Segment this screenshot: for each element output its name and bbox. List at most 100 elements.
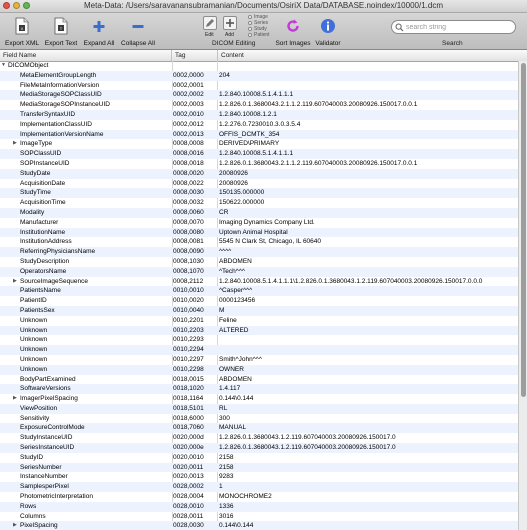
content-cell[interactable]: RL	[219, 404, 518, 414]
content-cell[interactable]: ^Tech^^^	[219, 267, 518, 277]
table-row[interactable]: ImplementationVersionName 0002,0013 OFFIS_…	[0, 129, 518, 140]
content-cell[interactable]: ^^^^	[219, 247, 518, 257]
content-cell[interactable]: 1336	[219, 502, 518, 512]
table-row[interactable]: Unknown 0010,2294	[0, 345, 518, 355]
content-cell[interactable]: ABDOMEN	[219, 257, 518, 267]
content-cell[interactable]: 150135.000000	[219, 188, 518, 198]
content-cell[interactable]: 0.144\0.144	[219, 394, 518, 404]
table-row[interactable]: TransferSyntaxUID 0002,0010 1.2.840.10008.…	[0, 109, 518, 120]
table-row[interactable]: SOPClassUID 0008,0016 1.2.840.10008.5.1.4.…	[0, 149, 518, 159]
content-cell[interactable]: CR	[219, 208, 518, 218]
table-row[interactable]: ReferringPhysiciansName 0008,0090 ^^^^	[0, 247, 518, 257]
table-row[interactable]: MediaStorageSOPClassUID 0002,0002 1.2.840.…	[0, 90, 518, 101]
content-cell[interactable]: 0000123456	[219, 296, 518, 306]
content-cell[interactable]: 0.144\0.144	[219, 521, 518, 530]
content-cell[interactable]: 2158	[219, 453, 518, 463]
minimize-window-button[interactable]	[13, 2, 20, 9]
content-cell[interactable]: 1.2.840.10008.5.1.4.1.1.1	[219, 149, 518, 159]
content-cell[interactable]: 1.2.840.10008.5.1.4.1.1.1	[219, 90, 518, 100]
table-row[interactable]: ▶ SourceImageSequence 0008,2112 1.2.840.100…	[0, 277, 518, 287]
edit-button[interactable]	[203, 16, 217, 30]
table-row[interactable]: SoftwareVersions 0018,1020 1.4.117	[0, 384, 518, 395]
table-row[interactable]: SOPInstanceUID 0008,0018 1.2.826.0.1.36800…	[0, 159, 518, 169]
table-row[interactable]: PhotometricInterpretation 0028,0004 MONOCH…	[0, 492, 518, 502]
table-row[interactable]: SeriesInstanceUID 0020,000e 1.2.826.0.1.36…	[0, 443, 518, 453]
table-row[interactable]: StudyDescription 0008,1030 ABDOMEN	[0, 257, 518, 267]
content-cell[interactable]: 150622.000000	[219, 198, 518, 208]
search-field[interactable]	[391, 20, 516, 34]
table-row[interactable]: Unknown 0010,2298 OWNER	[0, 364, 518, 375]
add-button[interactable]	[223, 16, 237, 30]
table-row[interactable]: ExposureControlMode 0018,7060 MANUAL	[0, 423, 518, 434]
content-cell[interactable]: MONOCHROME2	[219, 492, 518, 502]
content-cell[interactable]: ^Casper^^^	[219, 286, 518, 296]
column-header-tag[interactable]: Tag	[172, 50, 218, 61]
table-row[interactable]: FileMetaInformationVersion 0002,0001	[0, 81, 518, 91]
table-row[interactable]: InstitutionName 0008,0080 Uptown Animal Ho…	[0, 227, 518, 238]
table-row[interactable]: ViewPosition 0018,5101 RL	[0, 403, 518, 414]
table-row[interactable]: BodyPartExamined 0018,0015 ABDOMEN	[0, 375, 518, 385]
content-cell[interactable]: 1.2.840.10008.1.2.1	[219, 110, 518, 120]
content-cell[interactable]: DERIVED\PRIMARY	[219, 139, 518, 149]
content-cell[interactable]: Uptown Animal Hospital	[219, 228, 518, 238]
content-cell[interactable]: 1.2.826.0.1.3680043.2.1.1.2.119.60704000…	[219, 159, 518, 169]
table-row[interactable]: Unknown 0010,2201 Feline	[0, 316, 518, 326]
content-cell[interactable]: OWNER	[219, 365, 518, 375]
content-cell[interactable]	[219, 81, 518, 91]
content-cell[interactable]: MANUAL	[219, 423, 518, 433]
table-row[interactable]: ImplementationClassUID 0002,0012 1.2.276.0…	[0, 120, 518, 130]
content-cell[interactable]	[219, 335, 518, 345]
table-row[interactable]: StudyTime 0008,0030 150135.000000	[0, 188, 518, 199]
table-row[interactable]: InstanceNumber 0020,0013 9283	[0, 472, 518, 482]
table-row[interactable]: ▶ PixelSpacing 0028,0030 0.144\0.144	[0, 521, 518, 530]
table-row[interactable]: ▶ ImagerPixelSpacing 0018,1164 0.144\0.144	[0, 394, 518, 404]
content-cell[interactable]: 300	[219, 414, 518, 424]
content-cell[interactable]: ALTERED	[219, 326, 518, 336]
column-header-content[interactable]: Content	[218, 50, 518, 61]
export-text-button[interactable]: T Export Text	[42, 13, 80, 49]
content-cell[interactable]: Imaging Dynamics Company Ltd.	[219, 218, 518, 228]
content-cell[interactable]: 1.2.840.10008.5.1.4.1.1.1\1.2.826.0.1.36…	[219, 277, 518, 287]
table-row[interactable]: MetaElementGroupLength 0002,0000 204	[0, 70, 518, 81]
table-row[interactable]: Modality 0008,0060 CR	[0, 207, 518, 218]
content-cell[interactable]: ABDOMEN	[219, 375, 518, 385]
content-cell[interactable]: 1.2.826.0.1.3680043.1.2.119.607040003.20…	[219, 443, 518, 453]
content-cell[interactable]: 3016	[219, 512, 518, 522]
table-row[interactable]: StudyDate 0008,0020 20080926	[0, 168, 518, 179]
vertical-scrollbar[interactable]	[518, 61, 527, 530]
table-row[interactable]: ▶ ImageType 0008,0008 DERIVED\PRIMARY	[0, 139, 518, 149]
table-row[interactable]: ▼ DICOMObject	[0, 61, 518, 71]
table-row[interactable]: OperatorsName 0008,1070 ^Tech^^^	[0, 266, 518, 277]
content-cell[interactable]: 1.4.117	[219, 384, 518, 394]
content-cell[interactable]: 1.2.826.0.1.3680043.1.2.119.607040003.20…	[219, 433, 518, 443]
close-window-button[interactable]	[3, 2, 10, 9]
table-row[interactable]: AcquisitionDate 0008,0022 20080926	[0, 179, 518, 189]
table-row[interactable]: PatientID 0010,0020 0000123456	[0, 296, 518, 306]
table-row[interactable]: AcquisitionTime 0008,0032 150622.000000	[0, 198, 518, 208]
scrollbar-thumb[interactable]	[521, 63, 526, 397]
table-row[interactable]: StudyInstanceUID 0020,000d 1.2.826.0.1.368…	[0, 433, 518, 443]
content-cell[interactable]: 1	[219, 482, 518, 492]
content-cell[interactable]: 20080926	[219, 169, 518, 179]
table-row[interactable]: SamplesperPixel 0028,0002 1	[0, 482, 518, 493]
table-row[interactable]: MediaStorageSOPInstanceUID 0002,0003 1.2.8…	[0, 100, 518, 110]
content-cell[interactable]: 20080926	[219, 179, 518, 189]
column-header-field[interactable]: Field Name	[0, 50, 172, 61]
sort-images-button[interactable]: Sort Images	[272, 13, 314, 49]
search-input[interactable]	[406, 21, 511, 33]
content-cell[interactable]: 9283	[219, 472, 518, 482]
content-cell[interactable]: Smith^John^^^	[219, 355, 518, 365]
table-row[interactable]: Unknown 0010,2293	[0, 335, 518, 345]
content-cell[interactable]	[219, 345, 518, 355]
table-row[interactable]: Unknown 0010,2297 Smith^John^^^	[0, 355, 518, 365]
table-row[interactable]: InstitutionAddress 0008,0081 5545 N Clark …	[0, 237, 518, 247]
content-cell[interactable]	[219, 61, 518, 71]
expand-all-button[interactable]: Expand All	[80, 13, 118, 49]
content-cell[interactable]: 1.2.276.0.7230010.3.0.3.5.4	[219, 120, 518, 130]
table-row[interactable]: Manufacturer 0008,0070 Imaging Dynamics Co…	[0, 218, 518, 228]
collapse-all-button[interactable]: Collapse All	[118, 13, 158, 49]
content-cell[interactable]: 1.2.826.0.1.3680043.2.1.1.2.119.60704000…	[219, 100, 518, 110]
radio-patient[interactable]: Patient	[248, 32, 270, 38]
content-cell[interactable]: 5545 N Clark St, Chicago, IL 60640	[219, 237, 518, 247]
table-row[interactable]: Sensitivity 0018,6000 300	[0, 414, 518, 424]
